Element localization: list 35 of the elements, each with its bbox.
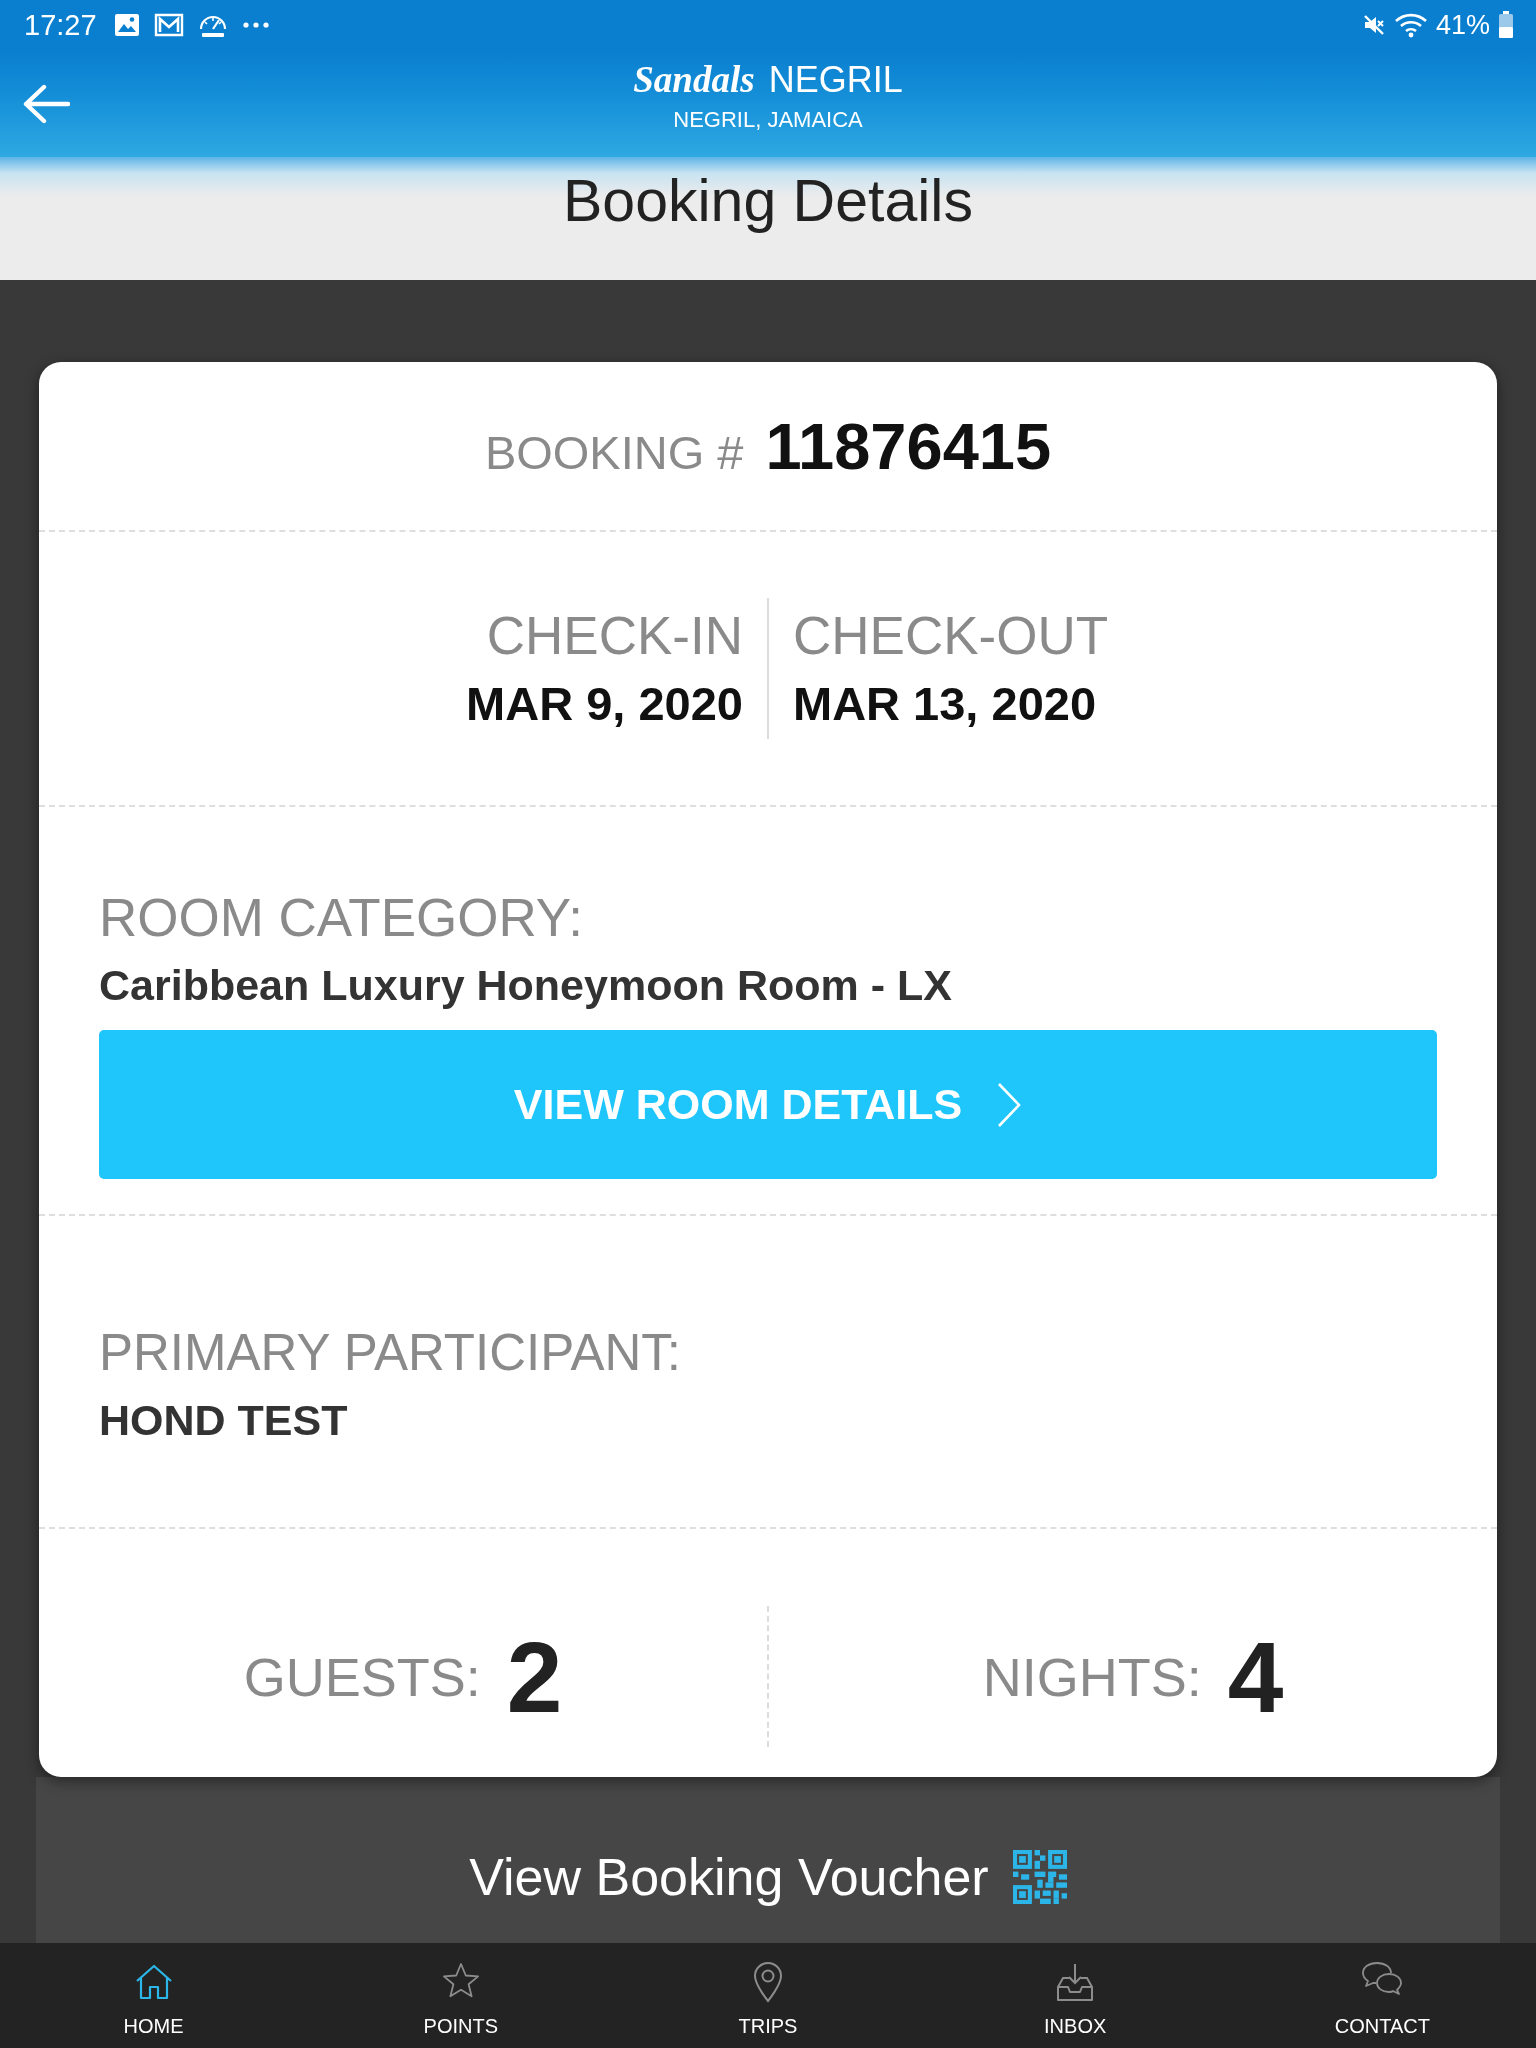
more-icon: [241, 21, 270, 29]
nav-item[interactable]: HOME: [0, 1943, 308, 2048]
status-time: 17:27: [24, 8, 97, 42]
nav-item[interactable]: CONTACT: [1228, 1943, 1536, 2048]
image-icon: [113, 13, 140, 37]
nav-item[interactable]: INBOX: [921, 1943, 1229, 2048]
chevron-right-icon: [996, 1081, 1023, 1128]
date-value: MAR 9, 2020: [466, 676, 743, 732]
mail-icon: [153, 13, 184, 37]
stat-label: NIGHTS:: [982, 1645, 1202, 1708]
resort-location: NEGRIL, JAMAICA: [672, 106, 864, 134]
stat-value: 4: [1227, 1623, 1284, 1730]
nav-item[interactable]: TRIPS: [614, 1943, 922, 2048]
wifi-icon: [1393, 12, 1428, 38]
room-category-label: ROOM CATEGORY:: [99, 888, 584, 948]
stat-label: GUESTS:: [243, 1645, 481, 1708]
battery-percent: 41%: [1435, 9, 1490, 41]
booking-label: BOOKING #: [484, 424, 744, 480]
page-title: Booking Details: [562, 167, 974, 236]
brand-logo: Sandals: [633, 58, 755, 102]
participant-name: HOND TEST: [99, 1396, 349, 1444]
date-label: CHECK-IN: [486, 605, 743, 667]
room-category-value: Caribbean Luxury Honeymoon Room - LX: [99, 961, 953, 1009]
stat-value: 2: [506, 1623, 563, 1730]
resort-name: NEGRIL: [768, 58, 903, 102]
booking-number: 11876415: [765, 408, 1052, 484]
participant-label: PRIMARY PARTICIPANT:: [99, 1323, 682, 1383]
nav-item[interactable]: POINTS: [307, 1943, 615, 2048]
back-arrow-icon[interactable]: [22, 83, 70, 124]
view-voucher-button[interactable]: View Booking Voucher: [36, 1777, 1500, 1943]
qr-code-icon: [1012, 1850, 1067, 1904]
date-value: MAR 13, 2020: [793, 676, 1097, 732]
mute-icon: [1361, 13, 1386, 37]
battery-icon: [1498, 11, 1514, 39]
date-label: CHECK-OUT: [793, 605, 1109, 667]
